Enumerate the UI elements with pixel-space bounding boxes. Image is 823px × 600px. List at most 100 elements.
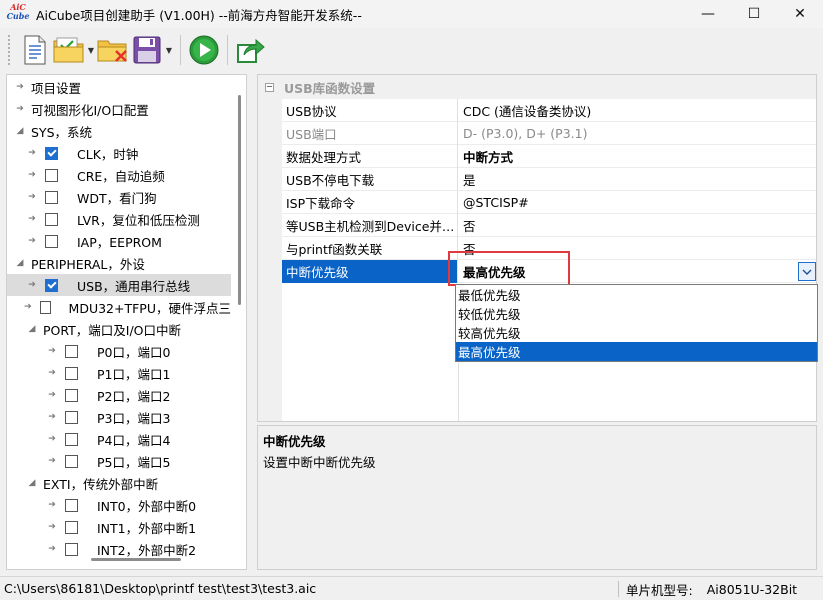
expand-arrow-icon[interactable]: ◢ [15,258,25,268]
tree-item-checkbox[interactable] [65,388,78,402]
open-project-button[interactable] [52,33,86,67]
property-value[interactable]: 否 [459,214,816,237]
tree-item-checkbox[interactable] [65,454,78,468]
tree-item[interactable]: ➔ INT0，外部中断0 [7,494,231,516]
tree-arrow-icon: ➔ [48,346,56,356]
priority-dropdown-list[interactable]: 最低优先级 较低优先级 较高优先级 最高优先级 [455,284,818,362]
tree-item-checkbox[interactable] [40,300,52,314]
tree-item[interactable]: ➔ P5口，端口5 [7,450,231,472]
maximize-button[interactable]: ☐ [731,0,777,28]
property-name[interactable]: 中断优先级 [282,260,458,283]
tree-item-checkbox[interactable] [65,410,78,424]
dropdown-option[interactable]: 较高优先级 [456,323,817,342]
new-project-button[interactable] [18,33,52,67]
tree-arrow-icon: ➔ [28,280,36,290]
property-value-text: CDC (通信设备类协议) [463,104,592,119]
tree-item-checkbox[interactable] [65,432,78,446]
tree-item[interactable]: ➔ USB，通用串行总线 [7,274,231,296]
export-button[interactable] [234,33,268,67]
close-button[interactable]: ✕ [777,0,823,28]
open-dropdown-button[interactable]: ▼ [86,33,96,67]
property-name[interactable]: 与printf函数关联 [282,237,458,260]
tree-item-checkbox[interactable] [65,498,78,512]
save-project-button[interactable] [130,33,164,67]
tree-vertical-scroll-thumb[interactable] [238,95,241,305]
tree-item[interactable]: ➔ CLK，时钟 [7,142,231,164]
tree-arrow-icon: ➔ [28,236,36,246]
tree-item[interactable]: ◢ EXTI，传统外部中断 [7,472,231,494]
tree-item[interactable]: ➔ CRE，自动追频 [7,164,231,186]
tree-item-checkbox[interactable] [65,344,78,358]
property-value[interactable]: 是 [459,168,816,191]
tree-item[interactable]: ◢ PERIPHERAL，外设 [7,252,231,274]
property-name[interactable]: USB不停电下载 [282,168,458,191]
tree-item-checkbox[interactable] [45,234,58,248]
tree-item[interactable]: ➔ INT2，外部中断2 [7,538,231,560]
tree-item[interactable]: ◢ PORT，端口及I/O口中断 [7,318,231,340]
tree-item-checkbox[interactable] [65,520,78,534]
open-folder-icon [53,37,84,63]
tree-item[interactable]: ➔ P2口，端口2 [7,384,231,406]
tree-arrow-icon: ➔ [48,456,56,466]
toolbar-grip[interactable] [8,35,12,65]
tree-item-checkbox[interactable] [45,168,58,182]
property-name[interactable]: ISP下载命令 [282,191,458,214]
expand-arrow-icon[interactable]: ◢ [27,478,37,488]
property-name[interactable]: 等USB主机检测到Device并… [282,214,458,237]
expand-arrow-icon[interactable]: ◢ [15,126,25,136]
minimize-button[interactable]: — [685,0,731,28]
chip-model-value: Ai8051U-32Bit [706,581,798,597]
property-name[interactable]: USB端口 [282,122,458,145]
property-row[interactable]: USB端口 D- (P3.0), D+ (P3.1) [282,122,816,145]
tree-item[interactable]: ➔ LVR，复位和低压检测 [7,208,231,230]
property-name[interactable]: 数据处理方式 [282,145,458,168]
property-name[interactable]: USB协议 [282,99,458,122]
tree-item-label: INT1，外部中断1 [97,520,197,536]
toolbar: ▼ ▼ [0,28,823,72]
property-value[interactable]: 中断方式 [459,145,816,168]
property-row[interactable]: USB协议 CDC (通信设备类协议) [282,99,816,122]
tree-item[interactable]: ➔ P4口，端口4 [7,428,231,450]
close-project-button[interactable] [96,33,130,67]
tree-item[interactable]: ➔ 可视图形化I/O口配置 [7,98,231,120]
tree-item-checkbox[interactable] [45,146,58,160]
property-row[interactable]: 数据处理方式 中断方式 [282,145,816,168]
tree-item[interactable]: ➔ INT1，外部中断1 [7,516,231,538]
tree-item[interactable]: ➔ WDT，看门狗 [7,186,231,208]
save-dropdown-button[interactable]: ▼ [164,33,174,67]
property-row[interactable]: ISP下载命令 @STCISP# [282,191,816,214]
dropdown-option[interactable]: 较低优先级 [456,304,817,323]
property-row[interactable]: USB不停电下载是 [282,168,816,191]
property-category-header[interactable]: − USB库函数设置 [258,75,816,99]
tree-item-checkbox[interactable] [45,278,58,292]
tree-item-checkbox[interactable] [45,190,58,204]
property-row[interactable]: 等USB主机检测到Device并… 否 [282,214,816,237]
tree-item[interactable]: ➔ IAP，EEPROM [7,230,231,252]
tree-item[interactable]: ➔ MDU32+TFPU，硬件浮点三 [7,296,231,318]
tree-item[interactable]: ➔ P1口，端口1 [7,362,231,384]
tree-item[interactable]: ➔ P0口，端口0 [7,340,231,362]
tree-item[interactable]: ◢ SYS，系统 [7,120,231,142]
tree-item-checkbox[interactable] [65,542,78,556]
tree-item[interactable]: ➔ 项目设置 [7,76,231,98]
tree-item-label: MDU32+TFPU，硬件浮点三 [68,300,231,316]
save-disk-icon [133,36,161,64]
dropdown-option[interactable]: 最高优先级 [456,342,817,361]
property-value[interactable]: CDC (通信设备类协议) [459,99,816,122]
tree-arrow-icon: ➔ [28,192,36,202]
dropdown-arrow-icon: ▼ [87,45,95,55]
dropdown-option[interactable]: 最低优先级 [456,285,817,304]
collapse-icon[interactable]: − [265,82,274,92]
tree-vertical-scrollbar[interactable] [236,79,244,559]
tree-item-checkbox[interactable] [65,366,78,380]
tree-item-label: CRE，自动追频 [77,168,165,184]
project-tree[interactable]: ➔ 项目设置 ➔ 可视图形化I/O口配置 ◢ SYS，系统 ➔ CLK，时钟 ➔ CRE，自动追频… [6,74,247,570]
property-value[interactable]: @STCISP# [459,191,816,214]
tree-item-checkbox[interactable] [45,212,58,226]
tree-arrow-icon: ➔ [48,368,56,378]
combobox-dropdown-button[interactable] [798,262,816,281]
tree-item[interactable]: ➔ P3口，端口3 [7,406,231,428]
run-button[interactable] [187,33,221,67]
expand-arrow-icon[interactable]: ◢ [27,324,37,334]
status-bar: C:\Users\86181\Desktop\printf test\test3… [0,576,823,600]
